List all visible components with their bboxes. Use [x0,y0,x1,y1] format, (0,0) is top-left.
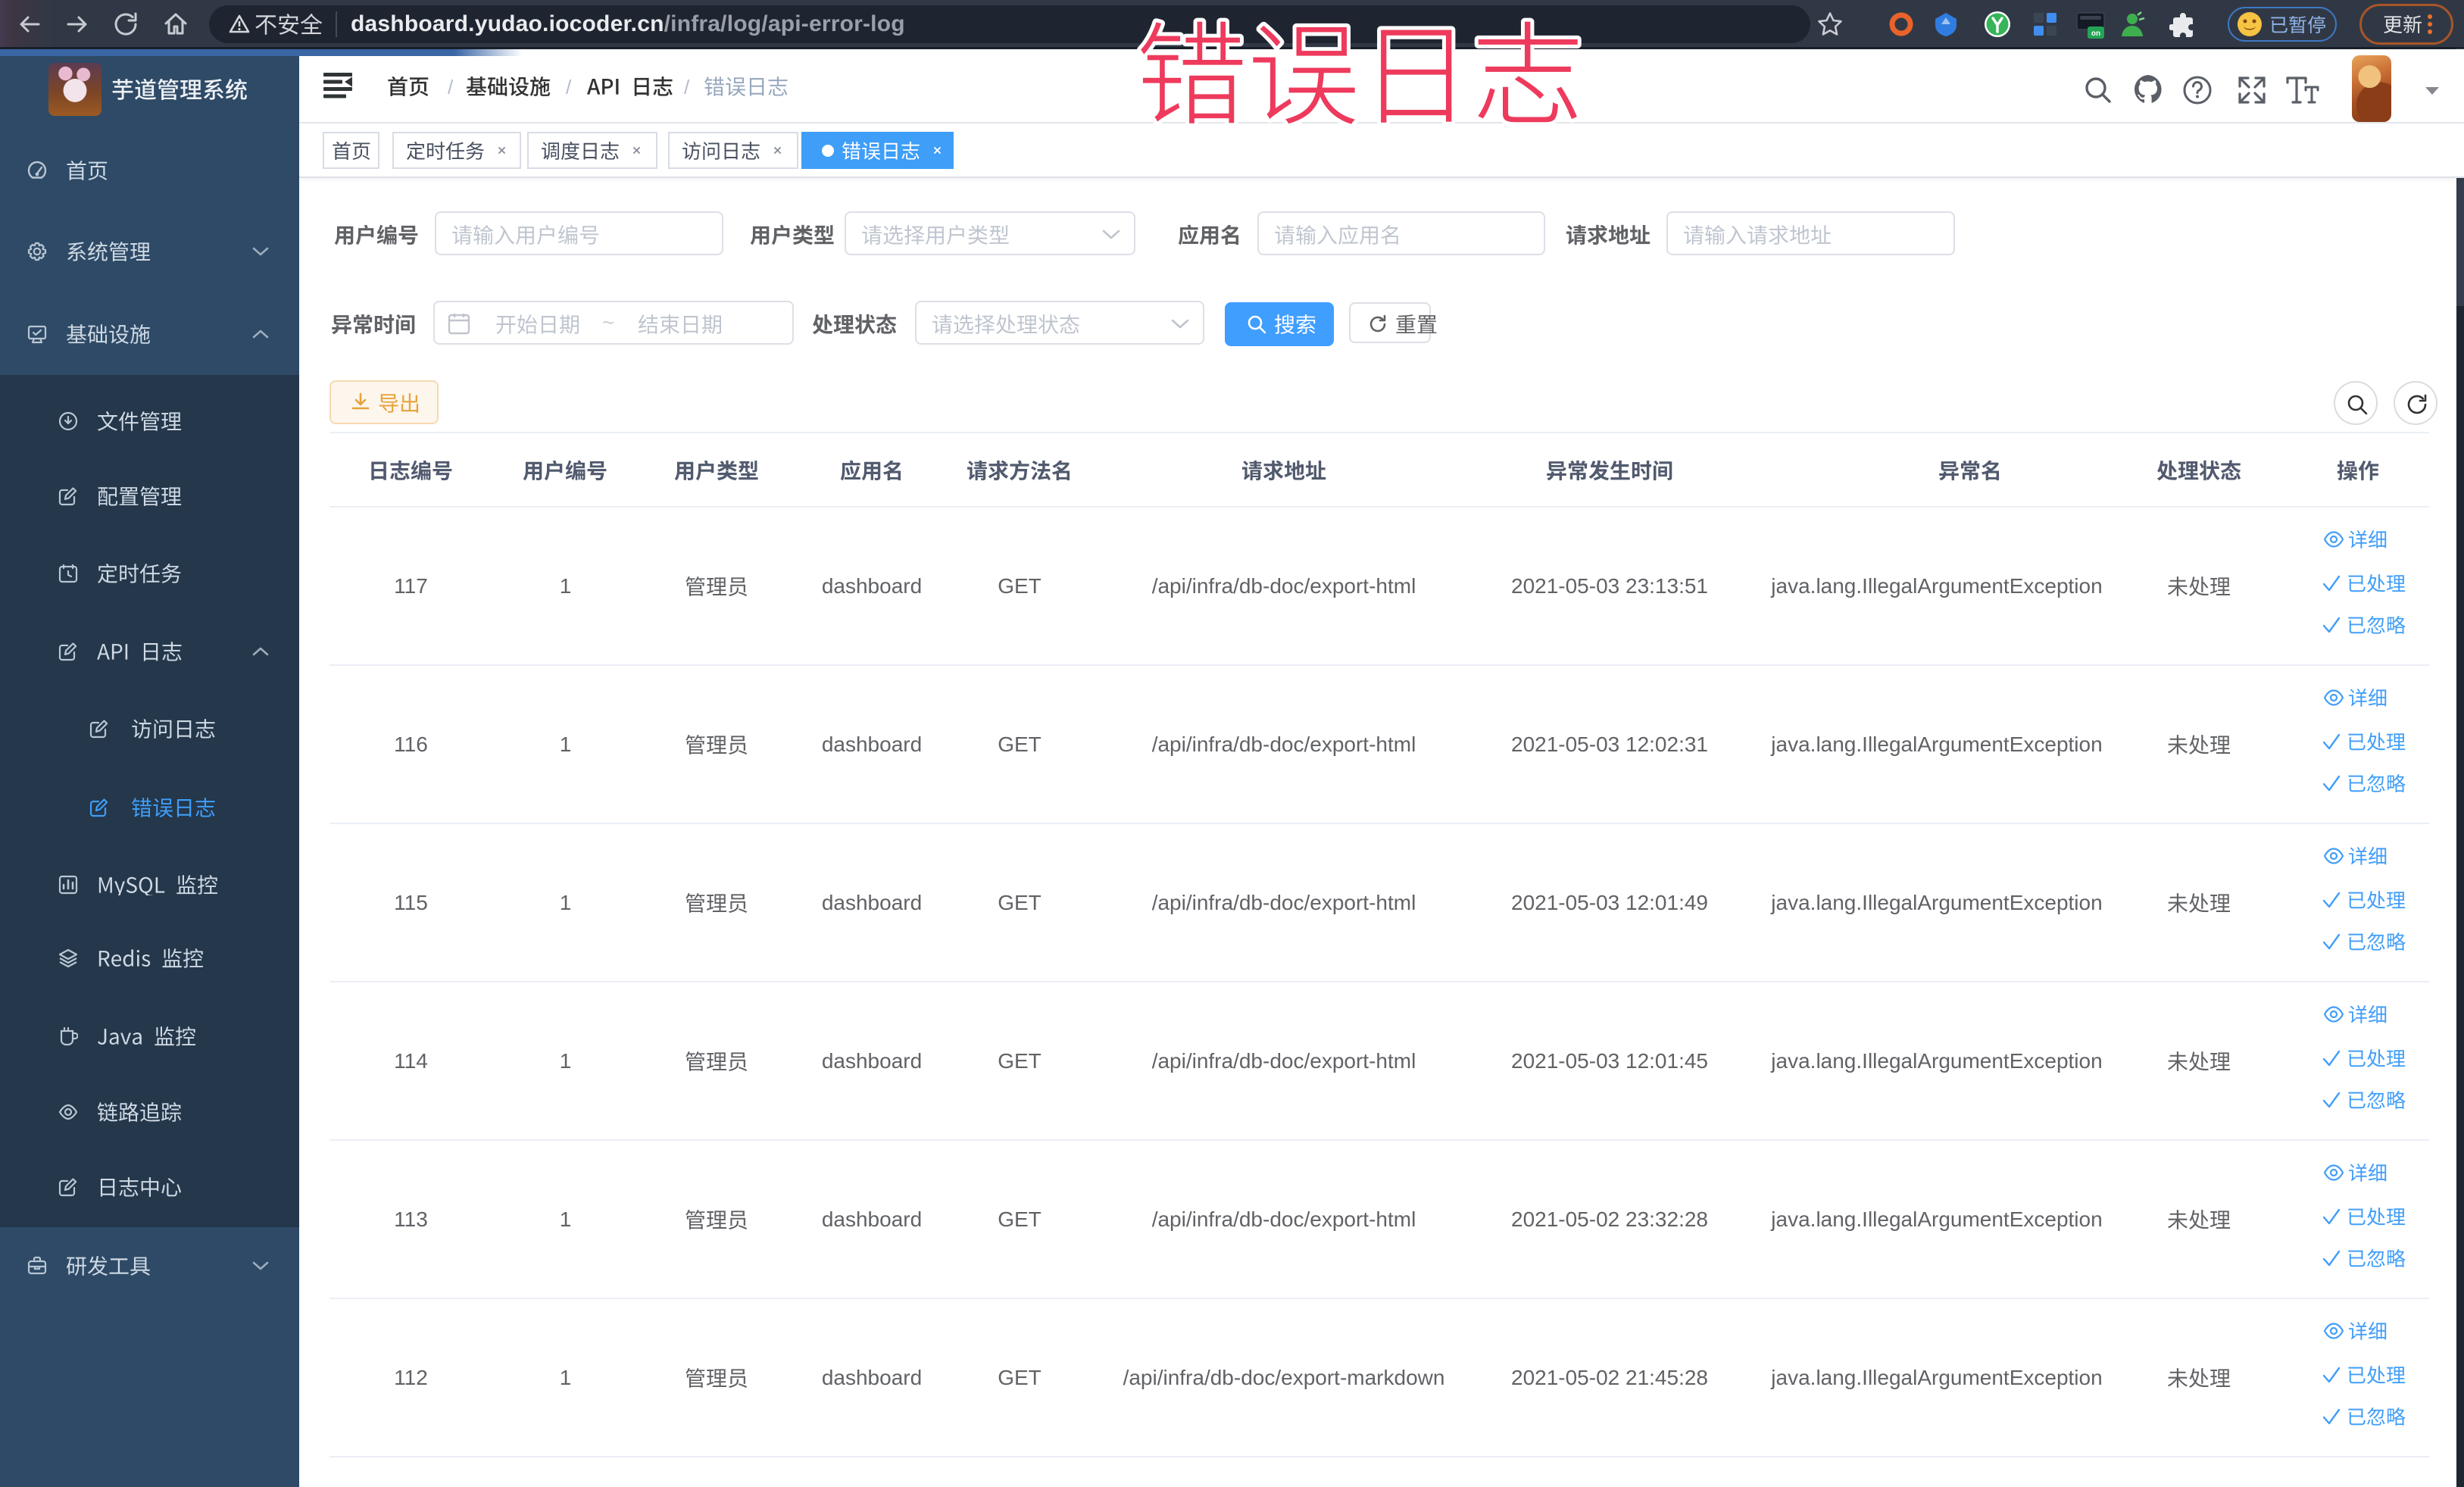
svg-text:on: on [2091,30,2100,38]
